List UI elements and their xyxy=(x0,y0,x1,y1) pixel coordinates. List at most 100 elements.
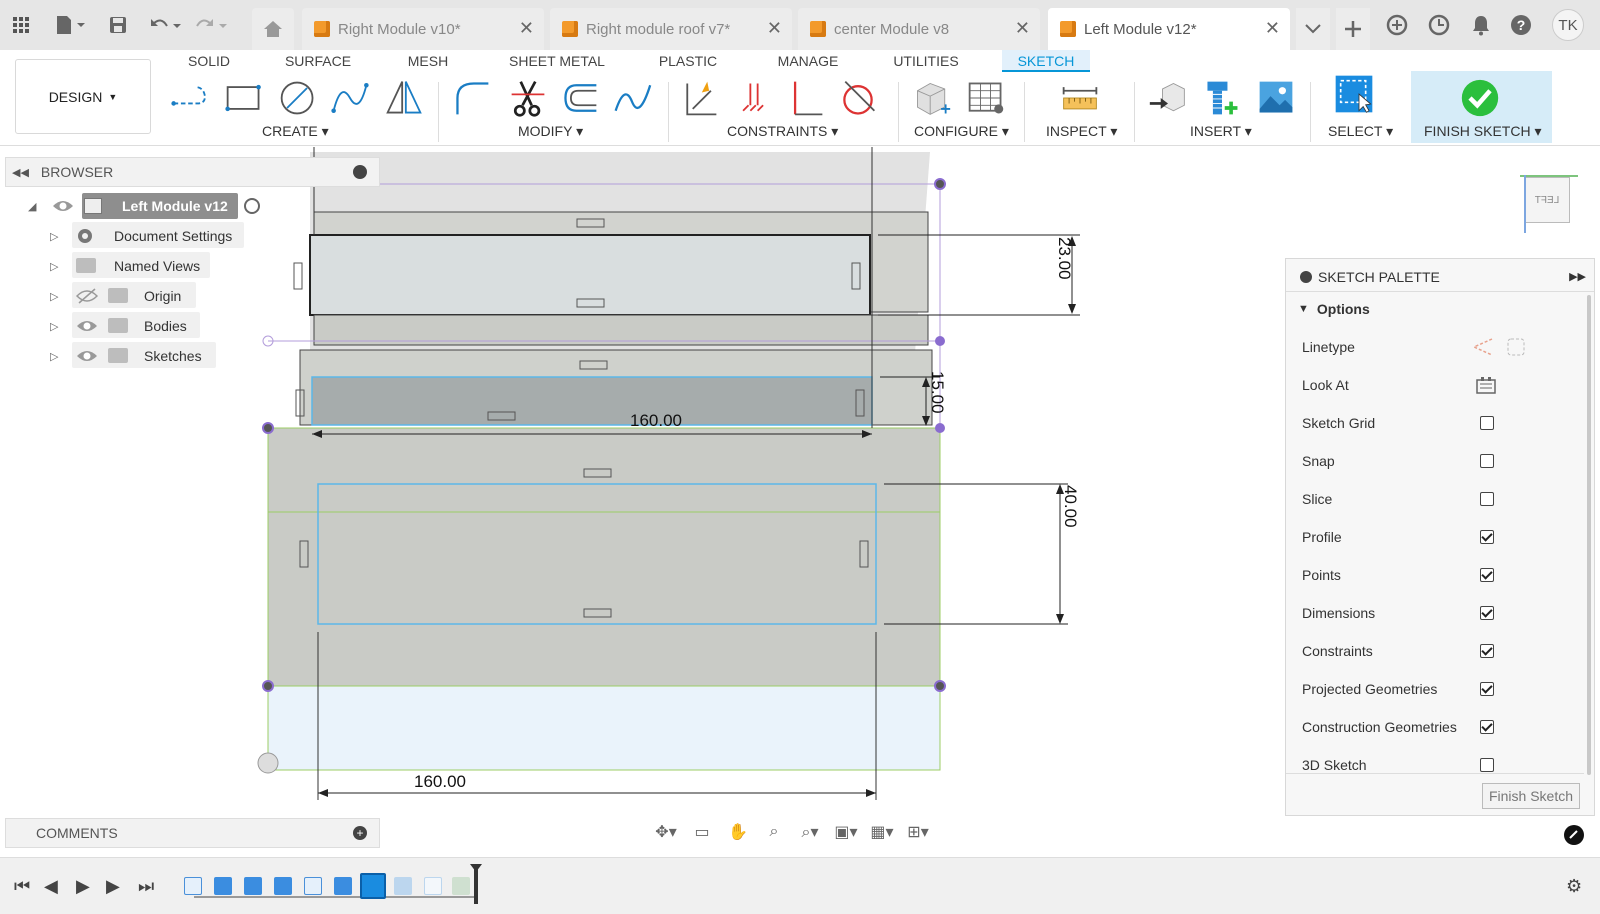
option-projected-geometries[interactable]: Projected Geometries xyxy=(1286,677,1586,701)
help-icon[interactable]: ? xyxy=(1506,0,1536,50)
tab-manage[interactable]: MANAGE xyxy=(772,50,844,72)
tab-solid[interactable]: SOLID xyxy=(178,50,240,72)
constraints-checkbox[interactable] xyxy=(1480,644,1494,658)
palette-header[interactable]: SKETCH PALETTE ▶▶ xyxy=(1286,262,1594,292)
option-slice[interactable]: Slice xyxy=(1286,487,1586,511)
close-icon[interactable]: ✕ xyxy=(1015,18,1030,39)
option-profile[interactable]: Profile xyxy=(1286,525,1586,549)
add-comment-plus-icon[interactable]: + xyxy=(353,826,367,840)
look-at-icon[interactable] xyxy=(1476,376,1496,394)
close-icon[interactable]: ✕ xyxy=(767,18,782,39)
app-grid-icon[interactable] xyxy=(6,0,36,50)
perpendicular-constraint-icon[interactable] xyxy=(786,76,826,120)
insert-derive-icon[interactable] xyxy=(1148,76,1188,120)
option-points[interactable]: Points xyxy=(1286,563,1586,587)
doc-tab-right-module-roof[interactable]: Right module roof v7* ✕ xyxy=(550,8,792,50)
tab-sheet-metal[interactable]: SHEET METAL xyxy=(500,50,614,72)
display-settings-icon[interactable]: ▣▾ xyxy=(832,821,860,843)
points-checkbox[interactable] xyxy=(1480,568,1494,582)
create-menu[interactable]: CREATE ▾ xyxy=(262,123,329,140)
doc-tab-left-module[interactable]: Left Module v12* ✕ xyxy=(1048,8,1290,50)
option-dimensions[interactable]: Dimensions xyxy=(1286,601,1586,625)
select-menu[interactable]: SELECT ▾ xyxy=(1328,123,1393,140)
modify-menu[interactable]: MODIFY ▾ xyxy=(518,123,583,140)
close-icon[interactable]: ✕ xyxy=(1265,18,1280,39)
palette-expand-icon[interactable]: ▶▶ xyxy=(1569,270,1586,283)
timeline-extrude-feature[interactable] xyxy=(334,877,352,895)
finish-check-icon[interactable] xyxy=(1460,76,1500,120)
tab-utilities[interactable]: UTILITIES xyxy=(884,50,968,72)
panel-minimize-icon[interactable] xyxy=(353,165,367,179)
insert-canvas-image-icon[interactable] xyxy=(1256,76,1296,120)
finish-sketch-menu[interactable]: FINISH SKETCH ▾ xyxy=(1424,123,1542,140)
new-tab-plus-icon[interactable] xyxy=(1336,8,1370,50)
redo-icon[interactable] xyxy=(192,0,232,50)
browser-panel-header[interactable]: ◀◀ BROWSER xyxy=(5,157,380,187)
timeline-sketch-feature[interactable] xyxy=(184,877,202,895)
line-tool-icon[interactable] xyxy=(170,76,210,120)
constraints-menu[interactable]: CONSTRAINTS ▾ xyxy=(727,123,838,140)
close-icon[interactable]: ✕ xyxy=(519,18,534,39)
visibility-eye-icon[interactable] xyxy=(76,318,98,334)
3d-sketch-checkbox[interactable] xyxy=(1480,758,1494,772)
sketch-grid-checkbox[interactable] xyxy=(1480,416,1494,430)
undo-icon[interactable] xyxy=(146,0,186,50)
timeline-marker-head[interactable] xyxy=(470,864,482,872)
parallel-constraint-icon[interactable] xyxy=(734,76,774,120)
options-section-toggle[interactable]: ▼ Options xyxy=(1286,297,1586,321)
configuration-table-icon[interactable] xyxy=(966,76,1006,120)
dimension-tool-icon[interactable] xyxy=(680,76,720,120)
workspace-switcher[interactable]: DESIGN ▼ xyxy=(15,59,151,134)
timeline-suppressed-feature[interactable] xyxy=(452,877,470,895)
expand-triangle-icon[interactable]: ▷ xyxy=(50,290,58,303)
trim-scissors-icon[interactable] xyxy=(508,76,548,120)
option-sketch-grid[interactable]: Sketch Grid xyxy=(1286,411,1586,435)
palette-minimize-icon[interactable] xyxy=(1300,270,1312,283)
look-at-icon[interactable]: ▭ xyxy=(688,821,716,843)
tangent-constraint-icon[interactable] xyxy=(838,76,878,120)
timeline-play-icon[interactable]: ▶ xyxy=(76,876,90,897)
expand-triangle-icon[interactable]: ▷ xyxy=(50,350,58,363)
timeline-start-icon[interactable]: ⏮ xyxy=(14,876,30,897)
dimension-23[interactable]: 23.00 xyxy=(1054,237,1074,280)
doc-tab-right-module[interactable]: Right Module v10* ✕ xyxy=(302,8,544,50)
slice-checkbox[interactable] xyxy=(1480,492,1494,506)
comments-panel-header[interactable]: COMMENTS + xyxy=(5,818,380,848)
timeline-extrude-feature[interactable] xyxy=(274,877,292,895)
spline-tool-icon[interactable] xyxy=(330,76,370,120)
option-snap[interactable]: Snap xyxy=(1286,449,1586,473)
tab-surface[interactable]: SURFACE xyxy=(276,50,360,72)
user-avatar[interactable]: TK xyxy=(1552,9,1584,41)
finish-sketch-palette-button[interactable]: Finish Sketch xyxy=(1482,783,1580,809)
timeline-active-sketch-feature[interactable] xyxy=(360,873,386,899)
save-icon[interactable] xyxy=(104,0,132,50)
expand-triangle-icon[interactable]: ◢ xyxy=(28,200,36,213)
viewports-icon[interactable]: ⊞▾ xyxy=(904,821,932,843)
dimension-40[interactable]: 40.00 xyxy=(1060,485,1080,528)
tab-sketch[interactable]: SKETCH xyxy=(1002,50,1090,72)
hidden-eye-icon[interactable] xyxy=(76,288,98,304)
palette-scrollbar[interactable] xyxy=(1587,295,1591,775)
dimensions-checkbox[interactable] xyxy=(1480,606,1494,620)
collapse-panel-icon[interactable]: ◀◀ xyxy=(12,166,29,179)
tab-mesh[interactable]: MESH xyxy=(400,50,456,72)
job-status-clock-icon[interactable] xyxy=(1424,0,1454,50)
zoom-window-icon[interactable]: ⌕▾ xyxy=(796,821,824,843)
orbit-icon[interactable]: ✥▾ xyxy=(652,821,680,843)
tab-plastic[interactable]: PLASTIC xyxy=(652,50,724,72)
timeline-sketch-feature[interactable] xyxy=(304,877,322,895)
mirror-tool-icon[interactable] xyxy=(384,76,424,120)
configure-model-icon[interactable] xyxy=(912,76,952,120)
timeline-suppressed-feature[interactable] xyxy=(394,877,412,895)
sketch-curve-icon[interactable] xyxy=(612,76,652,120)
timeline-end-icon[interactable]: ⏭ xyxy=(138,876,154,897)
configure-menu[interactable]: CONFIGURE ▾ xyxy=(914,123,1009,140)
pan-hand-icon[interactable]: ✋ xyxy=(724,821,752,843)
expand-triangle-icon[interactable]: ▷ xyxy=(50,320,58,333)
insert-mcmaster-bolt-icon[interactable] xyxy=(1202,76,1242,120)
select-tool-icon[interactable] xyxy=(1334,72,1374,116)
visibility-eye-icon[interactable] xyxy=(76,348,98,364)
snap-checkbox[interactable] xyxy=(1480,454,1494,468)
dimension-160-bottom[interactable]: 160.00 xyxy=(414,772,466,792)
construction-linetype-icon[interactable] xyxy=(1472,337,1494,357)
